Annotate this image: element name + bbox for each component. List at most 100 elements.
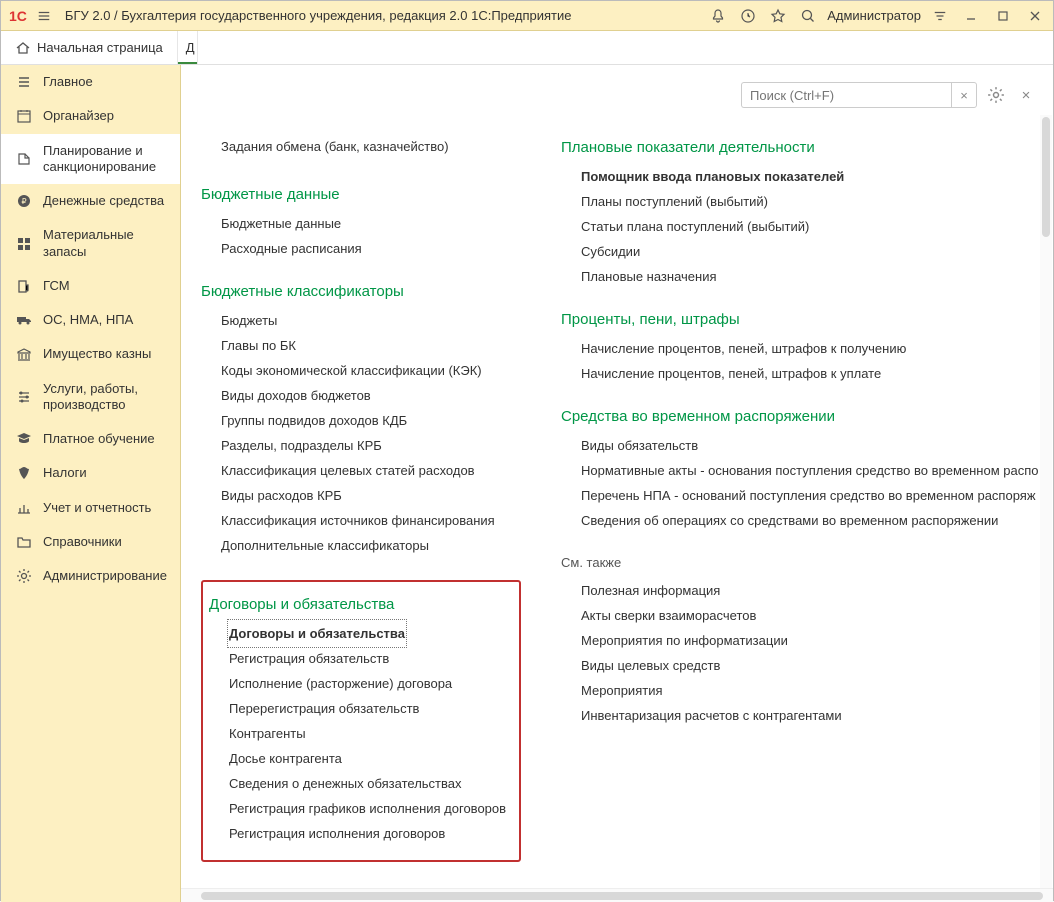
list-item[interactable]: Разделы, подразделы КРБ: [221, 433, 521, 458]
search-icon[interactable]: [797, 5, 819, 27]
sidebar-item-services[interactable]: Услуги, работы, производство: [1, 372, 180, 423]
bell-icon[interactable]: [707, 5, 729, 27]
sidebar-item-admin[interactable]: Администрирование: [1, 559, 180, 593]
sidebar-item-label: ОС, НМА, НПА: [43, 312, 170, 328]
sidebar-item-dictionaries[interactable]: Справочники: [1, 525, 180, 559]
group-header[interactable]: Проценты, пени, штрафы: [561, 311, 1041, 328]
list-item[interactable]: Регистрация графиков исполнения договоро…: [229, 796, 513, 821]
list-icon: [15, 74, 33, 90]
list-item[interactable]: Коды экономической классификации (КЭК): [221, 358, 521, 383]
vertical-scrollbar[interactable]: [1040, 115, 1052, 888]
list-item[interactable]: Статьи плана поступлений (выбытий): [581, 214, 1041, 239]
list-item[interactable]: Контрагенты: [229, 721, 513, 746]
list-item[interactable]: Полезная информация: [581, 578, 1041, 603]
star-icon[interactable]: [767, 5, 789, 27]
list-item[interactable]: Виды доходов бюджетов: [221, 383, 521, 408]
column-left: Задания обмена (банк, казначейство) Бюдж…: [201, 115, 521, 862]
list-item[interactable]: Группы подвидов доходов КДБ: [221, 408, 521, 433]
list-item[interactable]: Субсидии: [581, 239, 1041, 264]
list-item[interactable]: Сведения об операциях со средствами во в…: [581, 508, 1041, 533]
sidebar-item-treasury[interactable]: Имущество казны: [1, 337, 180, 371]
list-item[interactable]: Виды целевых средств: [581, 653, 1041, 678]
ruble-icon: ₽: [15, 193, 33, 209]
home-tab-label: Начальная страница: [37, 40, 163, 55]
settings-icon[interactable]: [985, 84, 1007, 106]
list-item[interactable]: Классификация целевых статей расходов: [221, 458, 521, 483]
list-item[interactable]: Мероприятия: [581, 678, 1041, 703]
horizontal-scrollbar[interactable]: [181, 888, 1053, 902]
sidebar-item-assets[interactable]: ОС, НМА, НПА: [1, 303, 180, 337]
close-button[interactable]: [1023, 4, 1047, 28]
sidebar-item-label: Органайзер: [43, 108, 170, 124]
close-panel-button[interactable]: ×: [1015, 84, 1037, 106]
boxes-icon: [15, 236, 33, 252]
title-bar: 1C БГУ 2.0 / Бухгалтерия государственног…: [1, 1, 1053, 31]
list-item[interactable]: Досье контрагента: [229, 746, 513, 771]
search-input[interactable]: [741, 82, 951, 108]
sliders-icon: [15, 389, 33, 405]
sidebar-item-reports[interactable]: Учет и отчетность: [1, 491, 180, 525]
list-item[interactable]: Мероприятия по информатизации: [581, 628, 1041, 653]
tab-item[interactable]: Д: [178, 31, 198, 64]
scroll-area[interactable]: Задания обмена (банк, казначейство) Бюдж…: [181, 115, 1053, 888]
current-user[interactable]: Администратор: [827, 8, 921, 23]
list-item[interactable]: Виды расходов КРБ: [221, 483, 521, 508]
sidebar-item-label: Налоги: [43, 465, 170, 481]
list-item-contracts[interactable]: Договоры и обязательства: [229, 621, 405, 646]
gear-icon: [15, 568, 33, 584]
list-item[interactable]: Инвентаризация расчетов с контрагентами: [581, 703, 1041, 728]
sidebar-item-label: Учет и отчетность: [43, 500, 170, 516]
group-header[interactable]: Договоры и обязательства: [203, 596, 513, 613]
group-header[interactable]: Бюджетные данные: [201, 186, 521, 203]
list-item[interactable]: Виды обязательств: [581, 433, 1041, 458]
sidebar-item-fuel[interactable]: ГСМ: [1, 269, 180, 303]
sidebar-item-label: Администрирование: [43, 568, 170, 584]
sidebar-item-organizer[interactable]: Органайзер: [1, 99, 180, 133]
app-logo: 1C: [9, 8, 27, 24]
list-item[interactable]: Бюджетные данные: [221, 211, 521, 236]
list-item[interactable]: Перечень НПА - оснований поступления сре…: [581, 483, 1041, 508]
list-item[interactable]: Дополнительные классификаторы: [221, 533, 521, 558]
list-item[interactable]: Бюджеты: [221, 308, 521, 333]
list-item[interactable]: Нормативные акты - основания поступления…: [581, 458, 1041, 483]
link-exchange[interactable]: Задания обмена (банк, казначейство): [221, 139, 449, 154]
list-item[interactable]: Классификация источников финансирования: [221, 508, 521, 533]
list-item[interactable]: Планы поступлений (выбытий): [581, 189, 1041, 214]
group-header[interactable]: Бюджетные классификаторы: [201, 283, 521, 300]
sidebar-item-main[interactable]: Главное: [1, 65, 180, 99]
list-item[interactable]: Помощник ввода плановых показателей: [581, 164, 1041, 189]
list-item[interactable]: Плановые назначения: [581, 264, 1041, 289]
list-item[interactable]: Регистрация обязательств: [229, 646, 513, 671]
panel-settings-icon[interactable]: [929, 5, 951, 27]
chart-icon: [15, 500, 33, 516]
list-item[interactable]: Перерегистрация обязательств: [229, 696, 513, 721]
tab-item-label: Д: [186, 40, 195, 55]
home-icon: [15, 40, 31, 56]
svg-text:₽: ₽: [21, 197, 26, 206]
list-item[interactable]: Акты сверки взаиморасчетов: [581, 603, 1041, 628]
list-item[interactable]: Главы по БК: [221, 333, 521, 358]
list-item[interactable]: Расходные расписания: [221, 236, 521, 261]
group-header[interactable]: Средства во временном распоряжении: [561, 408, 1041, 425]
sidebar-item-label: Материальные запасы: [43, 227, 170, 260]
app-title: БГУ 2.0 / Бухгалтерия государственного у…: [65, 8, 572, 23]
list-item[interactable]: Исполнение (расторжение) договора: [229, 671, 513, 696]
group-header[interactable]: Плановые показатели деятельности: [561, 139, 1041, 156]
list-item[interactable]: Начисление процентов, пеней, штрафов к п…: [581, 336, 1041, 361]
list-item[interactable]: Регистрация исполнения договоров: [229, 821, 513, 846]
search-clear-button[interactable]: ×: [951, 82, 977, 108]
sidebar-item-planning[interactable]: Планирование и санкционирование: [1, 134, 180, 185]
list-item[interactable]: Сведения о денежных обязательствах: [229, 771, 513, 796]
sidebar-item-label: Имущество казны: [43, 346, 170, 362]
sidebar-item-education[interactable]: Платное обучение: [1, 422, 180, 456]
burger-icon[interactable]: [33, 5, 55, 27]
maximize-button[interactable]: [991, 4, 1015, 28]
sidebar-item-taxes[interactable]: Налоги: [1, 456, 180, 490]
sidebar-item-money[interactable]: ₽ Денежные средства: [1, 184, 180, 218]
minimize-button[interactable]: [959, 4, 983, 28]
home-tab[interactable]: Начальная страница: [1, 31, 178, 64]
history-icon[interactable]: [737, 5, 759, 27]
sidebar-item-materials[interactable]: Материальные запасы: [1, 218, 180, 269]
highlight-box: Договоры и обязательства Договоры и обяз…: [201, 580, 521, 862]
list-item[interactable]: Начисление процентов, пеней, штрафов к у…: [581, 361, 1041, 386]
